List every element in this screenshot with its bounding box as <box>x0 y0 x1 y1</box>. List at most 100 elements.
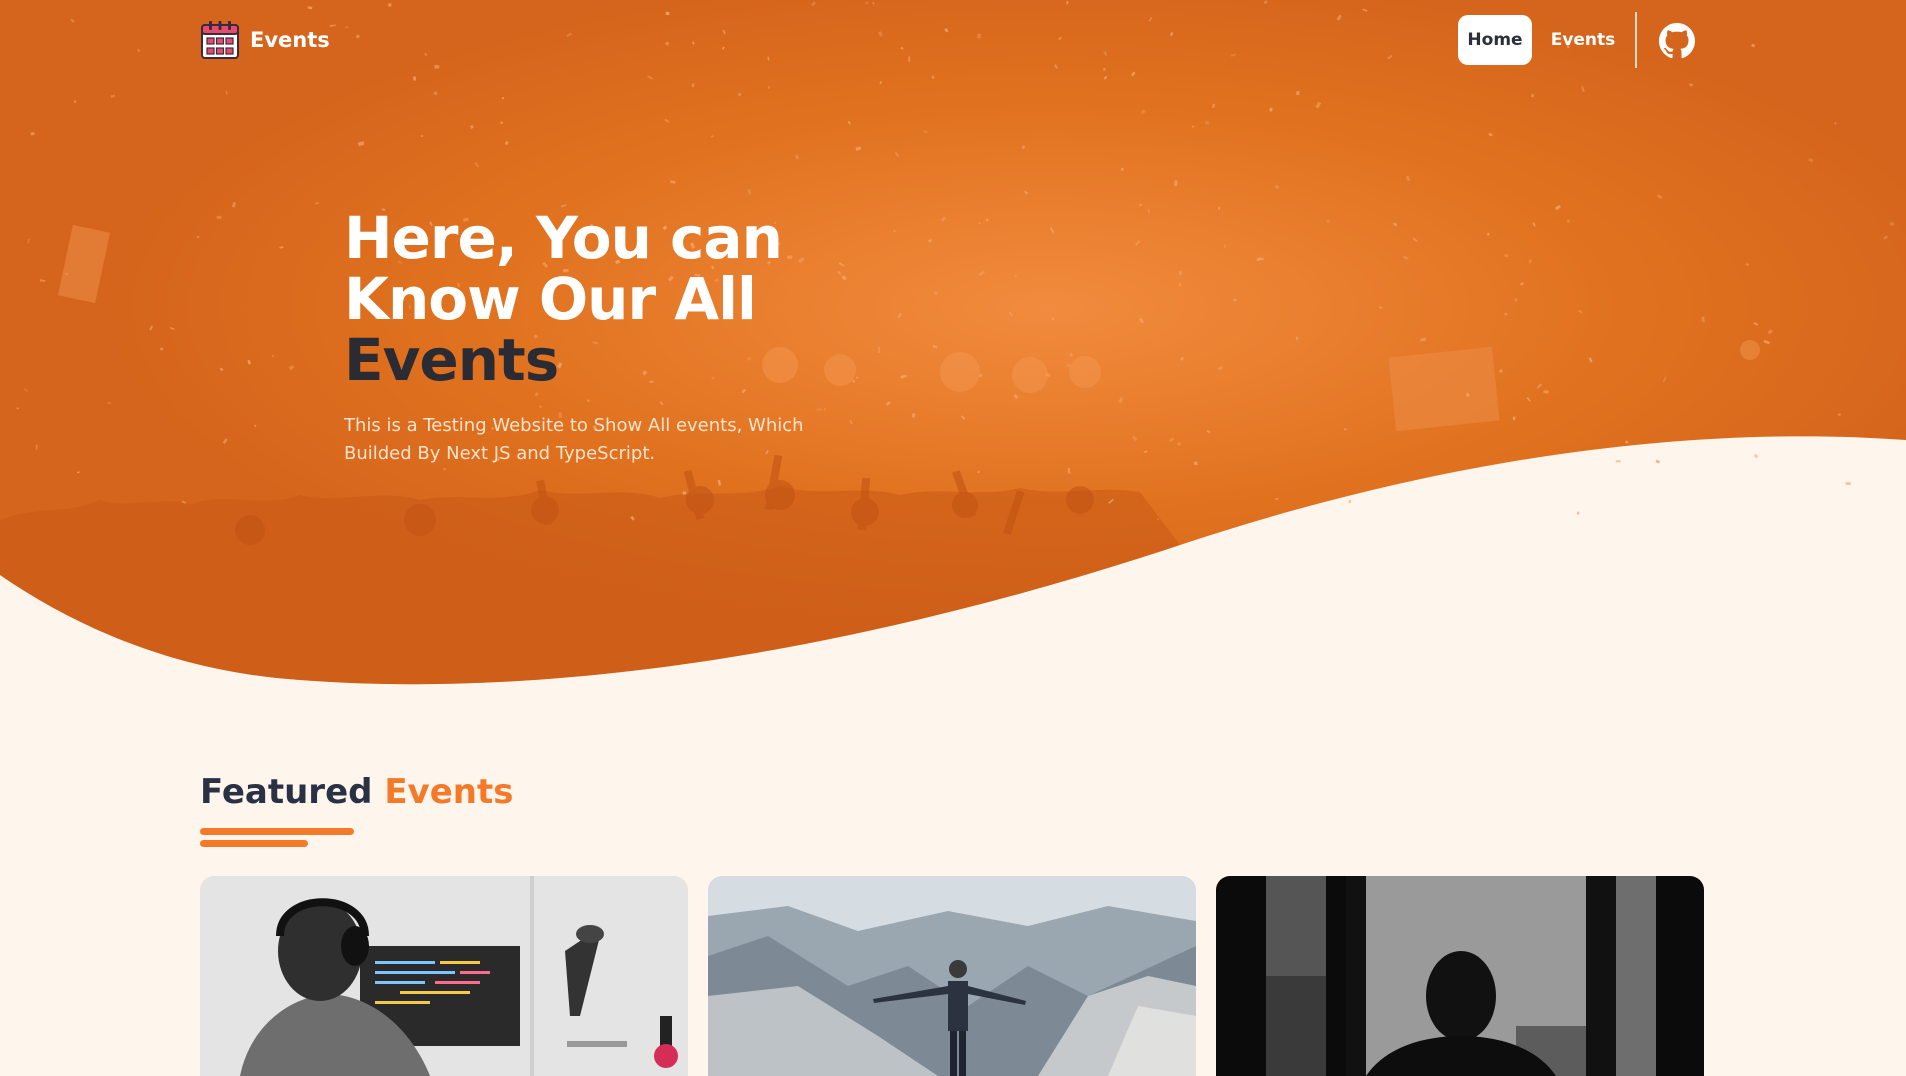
confetti-speck <box>1465 392 1471 398</box>
confetti-speck <box>1191 125 1195 128</box>
confetti-speck <box>1412 237 1418 243</box>
confetti-speck <box>247 359 251 365</box>
confetti-speck <box>149 325 153 331</box>
confetti-speck <box>1767 328 1774 335</box>
nav-events-link[interactable]: Events <box>1548 15 1618 65</box>
confetti-speck <box>1217 365 1224 371</box>
confetti-speck <box>659 401 664 406</box>
confetti-speck <box>847 120 851 125</box>
brand-logo-link[interactable]: Events <box>200 18 330 62</box>
featured-heading-main: Featured <box>200 772 373 812</box>
confetti-speck <box>1143 450 1148 454</box>
confetti-speck <box>670 180 676 184</box>
confetti-speck <box>1205 121 1209 125</box>
confetti-speck <box>1021 145 1026 150</box>
confetti-speck <box>1662 376 1667 383</box>
event-card[interactable] <box>708 876 1196 1076</box>
confetti-speck <box>219 367 224 372</box>
github-icon[interactable] <box>1659 23 1695 59</box>
confetti-speck <box>1274 184 1280 190</box>
confetti-speck <box>1554 204 1561 211</box>
confetti-speck <box>1067 468 1071 474</box>
confetti-speck <box>586 399 590 403</box>
confetti-speck <box>538 405 543 409</box>
confetti-speck <box>1326 220 1330 223</box>
confetti-speck <box>1024 190 1029 195</box>
confetti-speck <box>1536 383 1542 389</box>
confetti-speck <box>1138 317 1144 324</box>
confetti-speck <box>1212 103 1215 108</box>
confetti-speck <box>1488 132 1493 137</box>
confetti-speck <box>288 364 295 371</box>
confetti-speck <box>420 135 424 138</box>
confetti-speck <box>912 413 915 418</box>
confetti-speck <box>1066 363 1071 368</box>
confetti-speck <box>231 202 237 208</box>
confetti-speck <box>717 479 722 486</box>
confetti-speck <box>504 140 509 146</box>
hero-title-line1: Here, You can <box>344 204 783 272</box>
nav-home-link[interactable]: Home <box>1458 15 1532 65</box>
confetti-speck <box>1295 336 1299 341</box>
confetti-speck <box>1514 297 1518 302</box>
confetti-speck <box>181 500 187 504</box>
confetti-speck <box>1256 257 1262 262</box>
confetti-speck <box>1051 317 1055 321</box>
confetti-speck <box>1014 274 1018 278</box>
confetti-speck <box>630 515 635 521</box>
confetti-speck <box>500 121 504 125</box>
confetti-speck <box>691 82 695 88</box>
person-coding-at-desk-photo <box>200 876 688 1076</box>
confetti-speck <box>737 92 742 97</box>
confetti-speck <box>443 467 447 471</box>
confetti-speck <box>682 491 687 495</box>
confetti-speck <box>253 424 257 428</box>
confetti-speck <box>1689 83 1694 87</box>
confetti-speck <box>1009 311 1013 317</box>
confetti-speck <box>767 85 771 89</box>
confetti-speck <box>1543 390 1549 394</box>
featured-heading-accent: Events <box>384 772 514 812</box>
confetti-speck <box>76 471 80 474</box>
confetti-speck <box>1178 270 1183 276</box>
confetti-speck <box>1131 435 1138 442</box>
confetti-speck <box>357 141 365 147</box>
event-card[interactable] <box>200 876 688 1076</box>
confetti-speck <box>64 272 69 276</box>
nav-divider <box>1635 12 1637 68</box>
confetti-speck <box>1138 203 1143 207</box>
confetti-speck <box>747 189 752 195</box>
confetti-speck <box>73 100 77 104</box>
confetti-speck <box>1745 263 1750 266</box>
confetti-speck <box>1402 255 1409 260</box>
confetti-speck <box>1845 481 1851 486</box>
confetti-speck <box>1498 368 1504 374</box>
confetti-speck <box>1528 258 1532 264</box>
confetti-speck <box>222 438 228 444</box>
confetti-speck <box>1504 312 1508 316</box>
confetti-speck <box>1275 498 1279 500</box>
confetti-speck <box>1120 167 1124 171</box>
confetti-speck <box>1049 227 1055 234</box>
confetti-speck <box>1763 339 1770 345</box>
confetti-speck <box>1179 283 1181 287</box>
confetti-speck <box>1808 157 1814 163</box>
confetti-speck <box>1420 337 1427 342</box>
calendar-icon <box>201 21 239 59</box>
event-card[interactable] <box>1216 876 1704 1076</box>
confetti-speck <box>1108 498 1114 504</box>
confetti-speck <box>225 90 228 95</box>
confetti-speck <box>1315 101 1322 109</box>
confetti-speck <box>961 415 966 420</box>
confetti-speck <box>1233 298 1237 302</box>
confetti-speck <box>27 238 30 244</box>
confetti-speck <box>879 80 882 85</box>
confetti-speck <box>1180 356 1185 361</box>
confetti-speck <box>1753 321 1759 326</box>
confetti-speck <box>30 131 35 136</box>
confetti-speck <box>1193 461 1198 466</box>
confetti-speck <box>110 94 116 98</box>
brand-label: Events <box>250 28 330 52</box>
confetti-speck <box>823 407 827 411</box>
confetti-speck <box>1615 460 1621 463</box>
